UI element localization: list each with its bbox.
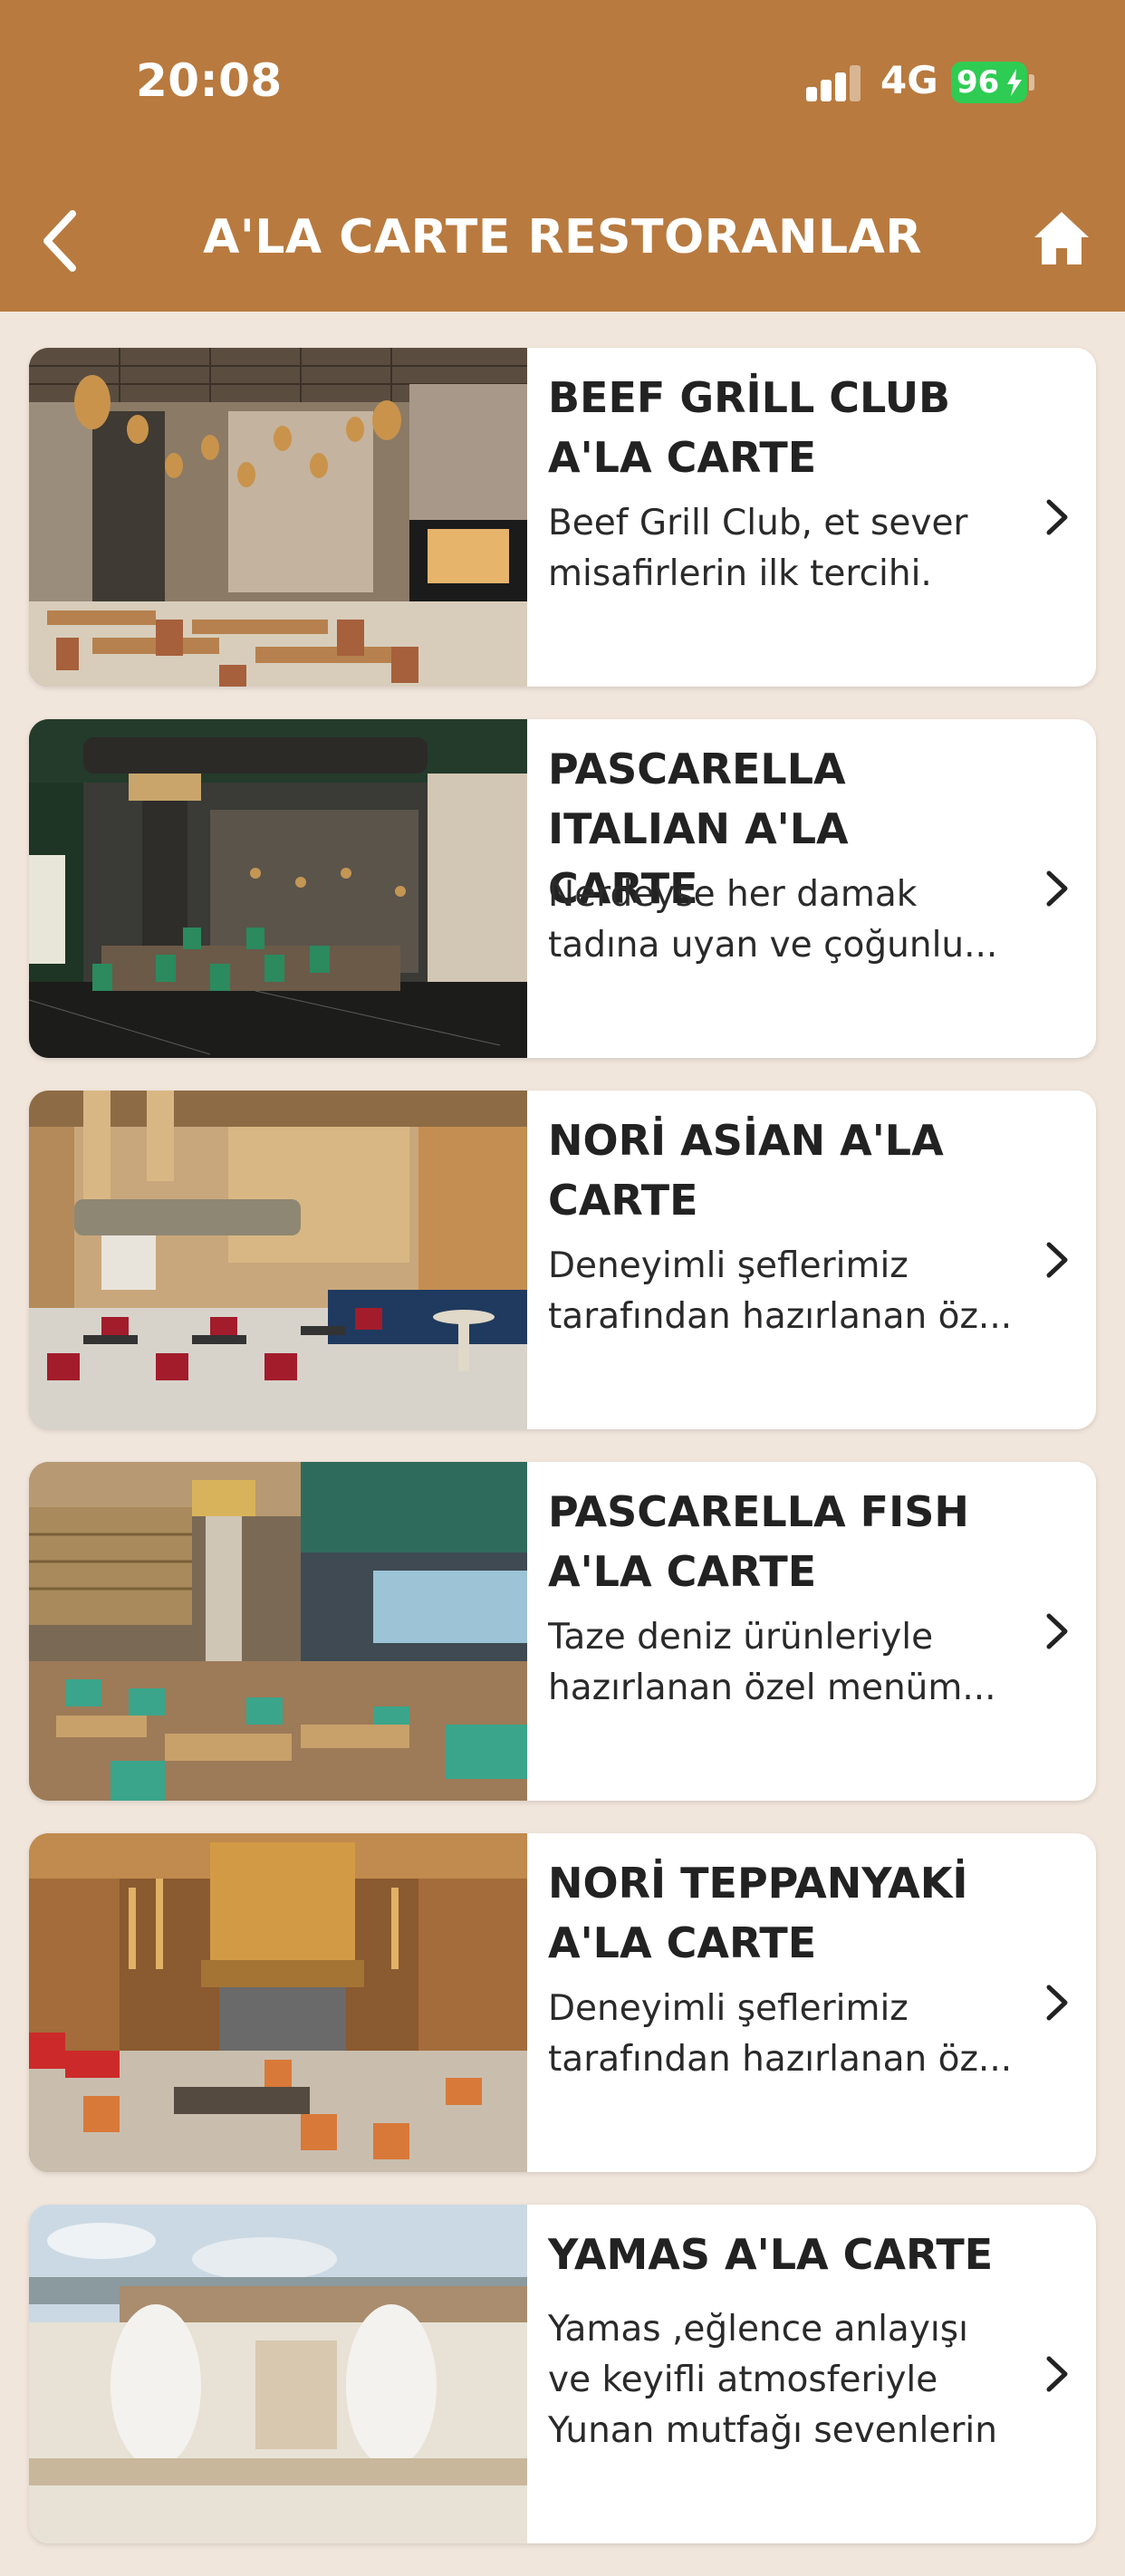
restaurant-title: NORİ ASİAN A'LA CARTE xyxy=(548,1116,944,1225)
restaurant-image xyxy=(29,1091,527,1429)
restaurant-description: Deneyimli şeflerimiz tarafından hazırlan… xyxy=(548,1988,1013,2080)
restaurant-card[interactable]: PASCARELLA ITALIAN A'LA CARTE Nerdeyse h… xyxy=(29,719,1096,1058)
restaurant-description: Taze deniz ürünleriyle hazırlanan özel m… xyxy=(548,1617,996,1708)
restaurant-image xyxy=(29,1462,527,1801)
restaurant-title: YAMAS A'LA CARTE xyxy=(548,2230,994,2279)
restaurant-image xyxy=(29,2205,527,2543)
network-label: 4G xyxy=(880,58,938,102)
app-header: 20:08 4G 96 A'LA CARTE RESTORANLAR xyxy=(0,0,1125,312)
battery-tip xyxy=(1029,74,1034,91)
restaurant-description: Deneyimli şeflerimiz tarafından hazırlan… xyxy=(548,1245,1013,1337)
chevron-right-icon xyxy=(1046,1242,1068,1278)
restaurant-title: PASCARELLA FISH A'LA CARTE xyxy=(548,1487,969,1596)
signal-icon xyxy=(806,65,862,101)
restaurant-list: BEEF GRİLL CLUB A'LA CARTE Beef Grill Cl… xyxy=(29,348,1096,2576)
restaurant-image xyxy=(29,719,527,1058)
battery-icon: 96 xyxy=(951,62,1027,103)
battery-level: 96 xyxy=(957,64,1000,101)
restaurant-card[interactable]: NORİ TEPPANYAKİ A'LA CARTE Deneyimli şef… xyxy=(29,1833,1096,2172)
chevron-right-icon xyxy=(1046,2356,1068,2392)
chevron-right-icon xyxy=(1046,1985,1068,2021)
restaurant-card[interactable]: NORİ ASİAN A'LA CARTE Deneyimli şeflerim… xyxy=(29,1091,1096,1429)
home-icon xyxy=(1034,212,1089,264)
restaurant-card[interactable]: BEEF GRİLL CLUB A'LA CARTE Beef Grill Cl… xyxy=(29,348,1096,687)
restaurant-image xyxy=(29,348,527,687)
restaurant-description: Beef Grill Club, et sever misafirlerin i… xyxy=(548,503,968,594)
home-button[interactable] xyxy=(1033,210,1091,266)
chevron-right-icon xyxy=(1046,1613,1068,1649)
restaurant-card[interactable]: PASCARELLA FISH A'LA CARTE Taze deniz ür… xyxy=(29,1462,1096,1801)
restaurant-card[interactable]: YAMAS A'LA CARTE Yamas ,eğlence anlayışı… xyxy=(29,2205,1096,2543)
chevron-right-icon xyxy=(1046,499,1068,535)
restaurant-title: BEEF GRİLL CLUB A'LA CARTE xyxy=(548,373,951,482)
page-title: A'LA CARTE RESTORANLAR xyxy=(203,210,922,264)
status-time: 20:08 xyxy=(136,54,283,107)
restaurant-title: NORİ TEPPANYAKİ A'LA CARTE xyxy=(548,1859,968,1967)
restaurant-image xyxy=(29,1833,527,2172)
restaurant-description: Nerdeyse her damak tadına uyan ve çoğunl… xyxy=(548,874,998,966)
chevron-right-icon xyxy=(1046,870,1068,907)
restaurant-description: Yamas ,eğlence anlayışı ve keyifli atmos… xyxy=(548,2309,997,2451)
